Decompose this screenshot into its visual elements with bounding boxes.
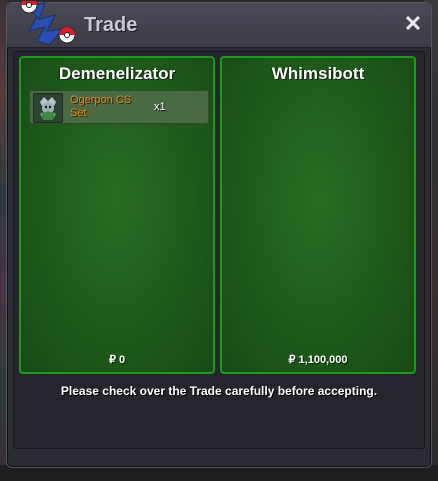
left-money-amount: 0 bbox=[118, 354, 126, 366]
trade-window: Trade ✕ Demenelizator Ogerpon CS Set x1 … bbox=[6, 1, 432, 468]
pokedollar-icon: ₽ bbox=[108, 354, 116, 366]
right-money: ₽1,100,000 bbox=[222, 353, 414, 366]
left-money: ₽0 bbox=[21, 353, 213, 366]
item-quantity: x1 bbox=[154, 101, 166, 113]
pokedollar-icon: ₽ bbox=[288, 354, 296, 366]
close-button[interactable]: ✕ bbox=[401, 12, 425, 36]
right-money-amount: 1,100,000 bbox=[298, 354, 348, 366]
item-name: Ogerpon CS Set bbox=[70, 94, 132, 119]
right-trade-panel[interactable]: Whimsibott ₽1,100,000 bbox=[220, 56, 416, 374]
left-trade-panel[interactable]: Demenelizator Ogerpon CS Set x1 ₽ 0 bbox=[19, 56, 215, 374]
right-player-name: Whimsibott bbox=[271, 64, 365, 83]
trade-content: Demenelizator Ogerpon CS Set x1 ₽ 0 Whim… bbox=[13, 51, 425, 449]
pokeball-logo-icon bbox=[20, 1, 76, 46]
window-titlebar[interactable]: Trade ✕ bbox=[7, 1, 431, 48]
trade-notice: Please check over the Trade carefully be… bbox=[60, 384, 378, 398]
trade-item[interactable]: Ogerpon CS Set x1 bbox=[29, 90, 209, 124]
ogerpon-icon bbox=[33, 93, 63, 123]
window-title: Trade bbox=[84, 14, 138, 36]
left-player-name: Demenelizator bbox=[58, 64, 176, 83]
